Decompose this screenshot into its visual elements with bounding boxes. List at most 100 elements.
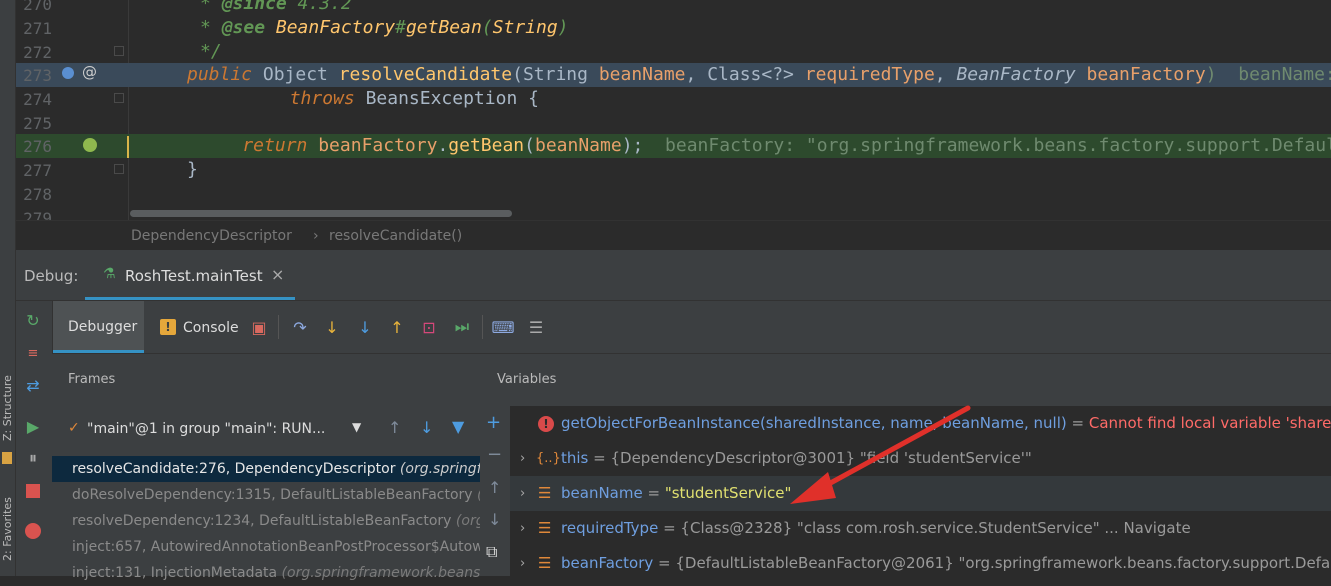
debugger-tab[interactable]: Debugger [52, 301, 144, 353]
frame-row[interactable]: resolveCandidate:276, DependencyDescript… [52, 456, 480, 482]
frame-down-icon[interactable]: ↓ [420, 418, 433, 437]
variable-row[interactable]: › ☰ requiredType = {Class@2328} "class com… [510, 511, 1331, 546]
code-token: BeanFactory [956, 64, 1087, 85]
code-token: requiredType [804, 64, 935, 85]
step-out-icon[interactable]: ↑ [388, 318, 406, 337]
code-token: Object [262, 64, 339, 85]
code-text: return beanFactory.getBean(beanName); be… [199, 134, 1331, 158]
chevron-down-icon[interactable]: ▼ [352, 420, 361, 434]
thread-selector[interactable]: ✓ "main"@1 in group "main": RUN... ▼ ↑ ↓… [52, 414, 480, 446]
code-token: # [395, 17, 406, 38]
code-line[interactable]: 272 */ [16, 40, 1331, 64]
filter-icon[interactable]: ▼ [452, 417, 464, 436]
close-tab-icon[interactable]: × [271, 265, 284, 284]
annotation-arrow-shaft [811, 405, 971, 495]
debug-toolbar: Debugger ! Console ▣ ↷ ↓ ↓ ↑ ⊡ ⏭ ⌨ ☰ [16, 301, 1331, 354]
code-line[interactable]: 274 throws BeansException { [16, 87, 1331, 111]
implements-icon[interactable] [62, 67, 74, 79]
expand-chevron-icon[interactable]: › [520, 476, 525, 511]
duplicate-icon[interactable]: ⧉ [486, 542, 497, 562]
code-editor[interactable]: 270 * @since 4.3.2 271 * @see BeanFactory#g… [16, 0, 1331, 220]
variable-text: beanName = "studentService" [561, 476, 791, 511]
favorites-tab[interactable]: 2: Favorites [1, 493, 15, 561]
debug-session-tab[interactable]: ⚗ RoshTest.mainTest × [85, 250, 295, 300]
code-token: BeansException { [365, 88, 539, 109]
drop-frame-icon[interactable]: ⊡ [420, 318, 438, 337]
annotation-at-icon[interactable]: @ [82, 63, 97, 81]
code-line[interactable]: 278 [16, 182, 1331, 206]
variable-value: {Class@2328} "class com.rosh.service.Stu… [680, 519, 1191, 537]
run-to-cursor-icon[interactable]: ⏭ [453, 317, 471, 336]
pause-icon[interactable]: ⏸ [24, 448, 42, 467]
remove-watch-icon[interactable]: − [487, 444, 502, 465]
variable-name: beanName [561, 484, 643, 502]
breadcrumb-class[interactable]: DependencyDescriptor [131, 228, 292, 244]
rerun-icon[interactable]: ↻ [24, 311, 42, 330]
add-watch-icon[interactable]: + [486, 412, 501, 433]
breadcrumb-method[interactable]: resolveCandidate() [329, 228, 462, 244]
clear-icon[interactable]: ≡ [24, 344, 42, 362]
code-line[interactable]: 275 [16, 111, 1331, 135]
frame-method: resolveDependency:1234, DefaultListableB… [72, 513, 452, 529]
breadcrumb-separator: › [313, 228, 319, 244]
code-token: @since [221, 0, 287, 14]
code-token: beanFactory [318, 135, 438, 156]
line-number: 276 [23, 137, 52, 156]
restore-layout-icon[interactable]: ▣ [250, 318, 268, 337]
test-flask-icon: ⚗ [103, 266, 116, 282]
expand-chevron-icon[interactable]: › [520, 441, 525, 476]
toolbar-divider [278, 315, 279, 339]
variable-value: "studentService" [664, 484, 792, 502]
evaluate-expression-icon[interactable]: ⌨ [491, 318, 514, 337]
variable-equals: = [653, 554, 676, 572]
code-token: , Class<?> [685, 64, 805, 85]
frame-package: (org.springframework.beans.factory.suppo… [455, 513, 480, 529]
trace-settings-icon[interactable]: ☰ [527, 318, 545, 337]
expand-chevron-icon[interactable]: › [520, 511, 525, 546]
field-icon: ☰ [538, 484, 552, 502]
code-token: beanName [534, 135, 622, 156]
left-tool-strip: Z: Structure 2: Favorites [0, 0, 16, 576]
line-number: 270 [23, 0, 52, 14]
code-text: */ [200, 40, 222, 64]
code-line[interactable]: 273 public Object resolveCandidate(String… [16, 63, 1331, 87]
toolbar-divider-2 [482, 315, 483, 339]
move-up-icon[interactable]: ↑ [488, 478, 501, 497]
breakpoints-icon[interactable] [25, 523, 41, 539]
structure-tab[interactable]: Z: Structure [1, 373, 15, 441]
fold-marker-icon[interactable] [114, 46, 124, 56]
annotation-arrow-head [790, 472, 836, 504]
step-into-icon[interactable]: ↓ [323, 318, 341, 337]
stop-icon[interactable] [26, 484, 40, 498]
frame-row[interactable]: inject:131, InjectionMetadata (org.sprin… [52, 560, 480, 586]
fold-marker-icon[interactable] [114, 164, 124, 174]
frame-row[interactable]: resolveDependency:1234, DefaultListableB… [52, 508, 480, 534]
code-line[interactable]: 276 return beanFactory.getBean(beanName)… [16, 134, 1331, 158]
frame-row[interactable]: inject:657, AutowiredAnnotationBeanPostP… [52, 534, 480, 560]
frame-row[interactable]: doResolveDependency:1315, DefaultListabl… [52, 482, 480, 508]
step-over-icon[interactable]: ↷ [291, 318, 309, 337]
console-tab[interactable]: Console [183, 320, 239, 336]
frame-up-icon[interactable]: ↑ [388, 418, 401, 437]
thread-label: "main"@1 in group "main": RUN... [87, 421, 326, 437]
resume-icon[interactable]: ▶ [24, 417, 42, 436]
fold-marker-icon[interactable] [114, 93, 124, 103]
editor-horizontal-scrollbar[interactable] [130, 210, 512, 217]
code-token: getBean [405, 17, 482, 38]
move-down-icon[interactable]: ↓ [488, 510, 501, 529]
code-line[interactable]: 270 * @since 4.3.2 [16, 0, 1331, 16]
switch-icon[interactable]: ⇄ [24, 376, 42, 395]
code-token: beanFactory: "org.springframework.beans.… [665, 135, 1331, 156]
line-number: 274 [23, 90, 52, 109]
variable-equals: = [1066, 414, 1089, 432]
frames-label: Frames [68, 372, 116, 387]
variable-value: Cannot find local variable 'sharedInstan… [1088, 414, 1331, 432]
code-token: beanName [598, 64, 686, 85]
force-step-into-icon[interactable]: ↓ [356, 318, 374, 337]
code-line[interactable]: 277} [16, 158, 1331, 182]
code-token: } [187, 159, 198, 180]
code-text: } [187, 158, 198, 182]
code-line[interactable]: 271 * @see BeanFactory#getBean(String) [16, 16, 1331, 40]
code-token: 4.3.2 [286, 0, 352, 14]
breakpoint-check-icon[interactable] [83, 138, 97, 152]
